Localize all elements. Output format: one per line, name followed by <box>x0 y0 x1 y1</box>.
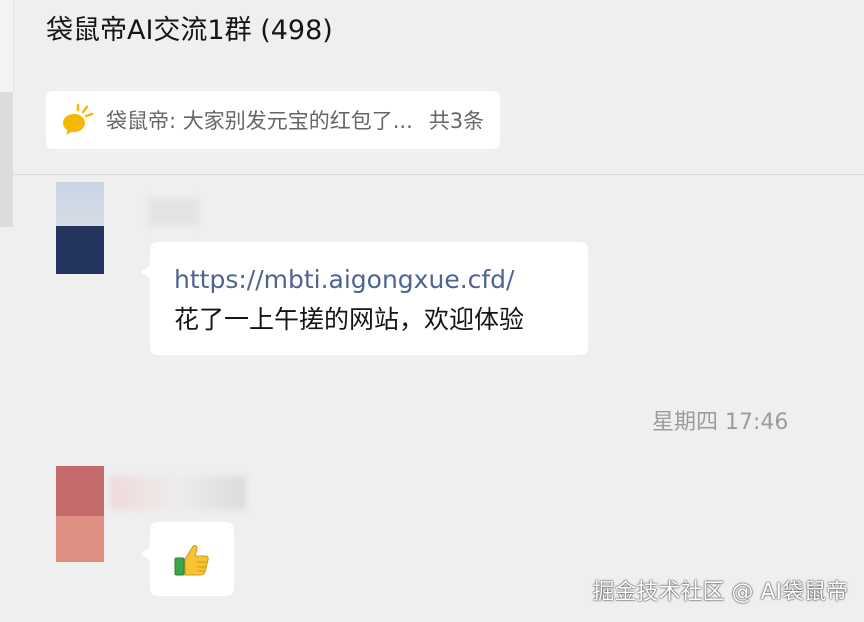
thumbs-up-icon <box>173 540 211 578</box>
chat-bubble-icon <box>60 103 94 137</box>
message-bubble[interactable]: https://mbti.aigongxue.cfd/ 花了一上午搓的网站，欢迎… <box>141 242 588 355</box>
chat-title: 袋鼠帝AI交流1群 (498) <box>46 15 333 46</box>
sender-name-blurred <box>110 476 246 510</box>
pinned-announcement-bar[interactable]: 袋鼠帝: 大家别发元宝的红包了... 共3条 <box>46 91 501 149</box>
sender-name-blurred <box>148 198 200 226</box>
watermark: 掘金技术社区 @ AI袋鼠帝 <box>592 580 848 605</box>
avatar[interactable] <box>56 466 104 562</box>
message-link[interactable]: https://mbti.aigongxue.cfd/ <box>174 260 564 300</box>
sidebar-edge-selected <box>0 92 13 227</box>
sidebar-edge <box>0 0 14 92</box>
avatar[interactable] <box>56 182 104 274</box>
message-bubble[interactable] <box>141 522 234 596</box>
message-text: 花了一上午搓的网站，欢迎体验 <box>174 305 525 334</box>
pinned-message-text: 袋鼠帝: 大家别发元宝的红包了... <box>106 109 413 133</box>
message-timestamp: 星期四 17:46 <box>652 410 789 435</box>
pinned-message-count: 共3条 <box>428 109 485 133</box>
header-divider <box>13 174 864 175</box>
